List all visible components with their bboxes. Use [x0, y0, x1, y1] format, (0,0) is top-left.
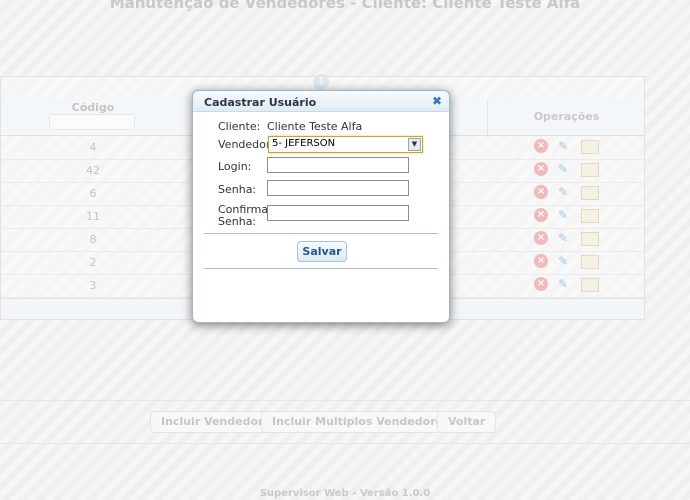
edit-pencil-icon[interactable]: ✎ — [558, 208, 572, 222]
divider — [204, 268, 438, 269]
cliente-label: Cliente: — [218, 120, 261, 133]
bottom-toolbar: Incluir Vendedor Incluir Multiplos Vende… — [0, 400, 690, 444]
login-label: Login: — [218, 160, 252, 173]
permissions-icon[interactable] — [581, 278, 599, 292]
edit-pencil-icon[interactable]: ✎ — [558, 185, 572, 199]
vendedor-select[interactable]: 5- JEFERSON ▼ — [268, 136, 423, 153]
close-icon[interactable]: ✖ — [431, 95, 443, 107]
vendedor-label: Vendedor — [218, 138, 271, 151]
dialog-titlebar[interactable]: Cadastrar Usuário ✖ — [193, 91, 449, 112]
senha-label: Senha: — [218, 183, 257, 196]
senha-field[interactable] — [267, 180, 409, 196]
edit-pencil-icon[interactable]: ✎ — [558, 254, 572, 268]
permissions-icon[interactable] — [581, 232, 599, 246]
divider — [204, 233, 438, 234]
row-code: 8 — [89, 233, 97, 246]
row-code: 42 — [86, 164, 100, 177]
delete-icon[interactable]: × — [534, 139, 548, 153]
delete-icon[interactable]: × — [534, 208, 548, 222]
row-code: 11 — [86, 210, 100, 223]
permissions-icon[interactable] — [581, 255, 599, 269]
column-header-operacoes: Operações — [487, 99, 645, 135]
pager-button[interactable]: 1 — [313, 74, 329, 90]
delete-icon[interactable]: × — [534, 162, 548, 176]
voltar-button[interactable]: Voltar — [437, 411, 497, 433]
footer-version: Supervisor Web - Versão 1.0.0 — [259, 488, 431, 499]
row-code: 6 — [89, 187, 97, 200]
permissions-icon[interactable] — [581, 209, 599, 223]
vendedor-selected-value: 5- JEFERSON — [272, 138, 336, 149]
incluir-multiplos-button[interactable]: Incluir Multiplos Vendedores — [261, 411, 461, 433]
row-code: 4 — [89, 141, 97, 154]
delete-icon[interactable]: × — [534, 231, 548, 245]
delete-icon[interactable]: × — [534, 185, 548, 199]
dialog-title: Cadastrar Usuário — [204, 96, 317, 109]
incluir-vendedor-button[interactable]: Incluir Vendedor — [150, 411, 275, 433]
edit-pencil-icon[interactable]: ✎ — [558, 231, 572, 245]
permissions-icon[interactable] — [581, 163, 599, 177]
confirmar-senha-field[interactable] — [267, 205, 409, 221]
edit-pencil-icon[interactable]: ✎ — [558, 162, 572, 176]
codigo-filter-input[interactable] — [49, 114, 135, 130]
column-header-codigo[interactable]: Código — [51, 101, 135, 114]
permissions-icon[interactable] — [581, 140, 599, 154]
save-button[interactable]: Salvar — [297, 241, 347, 262]
row-code: 2 — [89, 256, 97, 269]
edit-pencil-icon[interactable]: ✎ — [558, 277, 572, 291]
login-field[interactable] — [267, 157, 409, 173]
permissions-icon[interactable] — [581, 186, 599, 200]
row-code: 3 — [89, 279, 97, 292]
cliente-value: Cliente Teste Alfa — [267, 120, 363, 133]
delete-icon[interactable]: × — [534, 277, 548, 291]
chevron-down-icon[interactable]: ▼ — [408, 138, 421, 151]
delete-icon[interactable]: × — [534, 254, 548, 268]
page-title: Manutenção de Vendedores - Cliente: Clie… — [109, 0, 581, 12]
confirmar-label-line2: Senha: — [218, 215, 257, 228]
cadastrar-usuario-dialog: Cadastrar Usuário ✖ Cliente: Cliente Tes… — [192, 90, 450, 323]
edit-pencil-icon[interactable]: ✎ — [558, 139, 572, 153]
